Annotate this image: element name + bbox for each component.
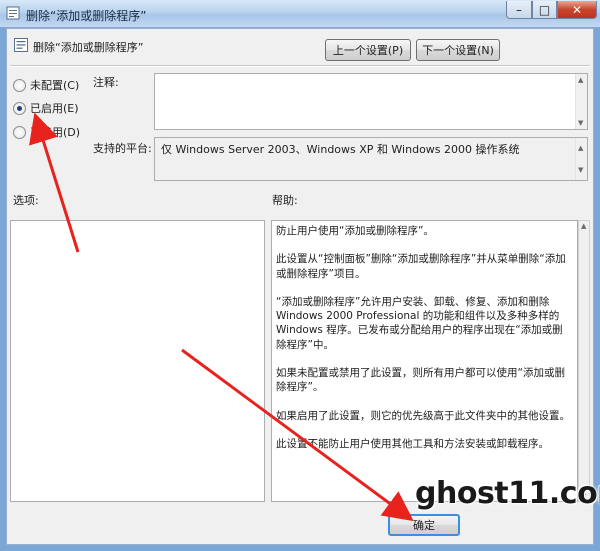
radio-disabled[interactable]: 已禁用(D) bbox=[13, 124, 80, 140]
help-paragraph: 如果未配置或禁用了此设置，则所有用户都可以使用“添加或删除程序”。 bbox=[276, 367, 565, 394]
radio-not-configured[interactable]: 未配置(C) bbox=[13, 77, 79, 93]
radio-label: 已禁用(D) bbox=[30, 126, 81, 139]
dialog-body: 删除“添加或删除程序” 上一个设置(P) 下一个设置(N) 未配置(C) 已启用… bbox=[6, 28, 594, 545]
platform-scrollbar[interactable]: ▲ ▼ bbox=[575, 138, 587, 180]
platform-label: 支持的平台: bbox=[93, 142, 152, 155]
maximize-icon: □ bbox=[538, 2, 551, 17]
setting-title: 删除“添加或删除程序” bbox=[33, 41, 144, 54]
comment-field[interactable]: ▲ ▼ bbox=[154, 73, 588, 130]
help-paragraph: 如果启用了此设置，则它的优先级高于此文件夹中的其他设置。 bbox=[276, 409, 570, 422]
help-panel: 防止用户使用“添加或删除程序”。 此设置从“控制面板”删除“添加或删除程序”并从… bbox=[271, 220, 578, 502]
policy-icon bbox=[6, 6, 20, 20]
minimize-icon: – bbox=[516, 2, 522, 17]
comment-scrollbar[interactable]: ▲ ▼ bbox=[575, 74, 587, 129]
radio-icon bbox=[13, 78, 26, 92]
scroll-up-icon[interactable]: ▲ bbox=[578, 76, 583, 84]
platform-field: 仅 Windows Server 2003、Windows XP 和 Windo… bbox=[154, 137, 588, 181]
options-panel bbox=[10, 220, 265, 502]
window-title: 删除“添加或删除程序” bbox=[26, 9, 147, 23]
policy-setting-icon bbox=[14, 38, 28, 52]
help-scrollbar[interactable]: ▲ ▼ bbox=[578, 220, 590, 502]
close-button[interactable]: ✕ bbox=[557, 1, 597, 19]
scroll-up-icon[interactable]: ▲ bbox=[581, 222, 586, 230]
help-paragraph: “添加或删除程序”允许用户安装、卸载、修复、添加和删除 Windows 2000… bbox=[276, 295, 563, 351]
options-label: 选项: bbox=[13, 194, 39, 207]
platform-value: 仅 Windows Server 2003、Windows XP 和 Windo… bbox=[161, 143, 520, 156]
comment-label: 注释: bbox=[93, 76, 119, 89]
minimize-button[interactable]: – bbox=[506, 1, 532, 19]
radio-selected-icon bbox=[13, 101, 26, 115]
radio-label: 未配置(C) bbox=[30, 79, 80, 92]
previous-setting-button[interactable]: 上一个设置(P) bbox=[325, 39, 411, 61]
help-paragraph: 此设置从“控制面板”删除“添加或删除程序”并从菜单删除“添加或删除程序”项目。 bbox=[276, 253, 566, 280]
watermark: ghost11.com bbox=[415, 476, 600, 511]
close-icon: ✕ bbox=[571, 2, 583, 17]
help-paragraph: 此设置不能防止用户使用其他工具和方法安装或卸载程序。 bbox=[276, 437, 549, 450]
header-divider bbox=[10, 65, 590, 67]
help-label: 帮助: bbox=[272, 194, 298, 207]
radio-enabled[interactable]: 已启用(E) bbox=[13, 100, 79, 116]
scroll-up-icon[interactable]: ▲ bbox=[578, 140, 583, 156]
radio-icon bbox=[13, 125, 26, 139]
radio-label: 已启用(E) bbox=[30, 102, 79, 115]
scroll-down-icon[interactable]: ▼ bbox=[578, 162, 583, 178]
title-bar: 删除“添加或删除程序” – □ ✕ bbox=[0, 0, 600, 28]
help-paragraph: 防止用户使用“添加或删除程序”。 bbox=[276, 225, 434, 237]
ok-button[interactable]: 确定 bbox=[388, 514, 460, 536]
next-setting-button[interactable]: 下一个设置(N) bbox=[416, 39, 500, 61]
scroll-down-icon[interactable]: ▼ bbox=[578, 119, 583, 127]
maximize-button[interactable]: □ bbox=[532, 1, 557, 19]
